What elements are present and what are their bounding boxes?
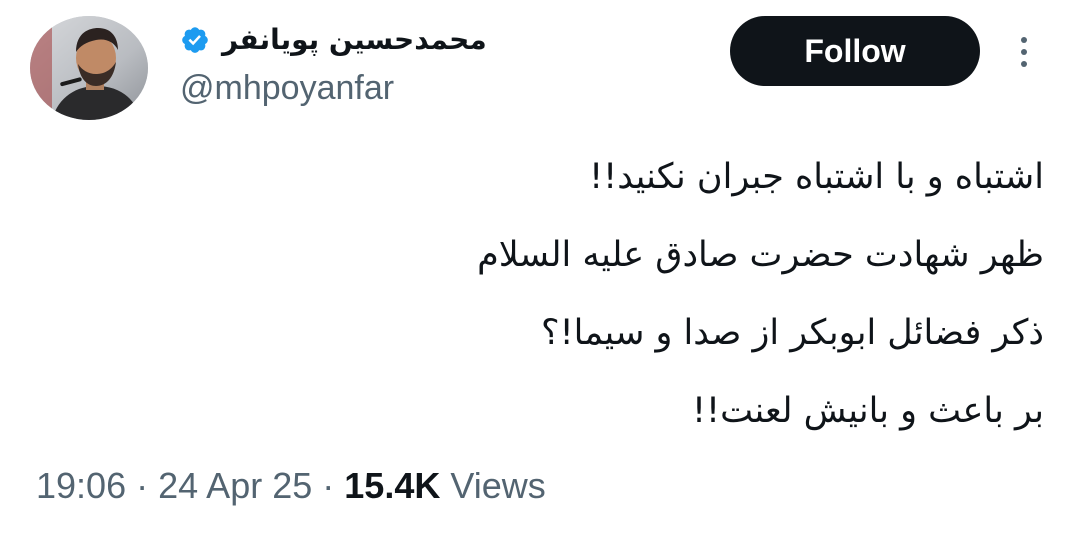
tweet-line: ظهر شهادت حضرت صادق علیه السلام (477, 235, 1044, 275)
more-dot (1021, 49, 1027, 55)
tweet-line: ذکر فضائل ابوبکر از صدا و سیما!؟ (541, 313, 1044, 353)
avatar[interactable] (30, 16, 148, 120)
user-info: محمدحسین پویانفر @mhpoyanfar (180, 14, 560, 110)
views-count: 15.4K (344, 465, 441, 506)
name-row: محمدحسین پویانفر (180, 14, 560, 66)
tweet-card: محمدحسین پویانفر @mhpoyanfar Follow اشتب… (0, 0, 1080, 534)
user-handle[interactable]: @mhpoyanfar (180, 66, 560, 110)
meta-separator: · (322, 465, 335, 506)
tweet-line: بر باعث و بانیش لعنت!! (692, 391, 1044, 431)
views-label: Views (450, 465, 546, 506)
more-dot (1021, 37, 1027, 43)
follow-button[interactable]: Follow (730, 16, 980, 86)
verified-badge-icon (182, 27, 208, 53)
tweet-date[interactable]: 24 Apr 25 (158, 465, 312, 506)
more-dot (1021, 61, 1027, 67)
tweet-line: اشتباه و با اشتباه جبران نکنید!! (589, 157, 1044, 197)
display-name[interactable]: محمدحسین پویانفر (222, 14, 487, 66)
more-options-icon[interactable] (1006, 28, 1042, 76)
avatar-photo (30, 16, 148, 120)
tweet-text: اشتباه و با اشتباه جبران نکنید!! ظهر شها… (44, 138, 1044, 450)
meta-separator: · (136, 465, 149, 506)
tweet-time[interactable]: 19:06 (36, 465, 126, 506)
tweet-meta: 19:06 · 24 Apr 25 · 15.4K Views (36, 460, 546, 512)
